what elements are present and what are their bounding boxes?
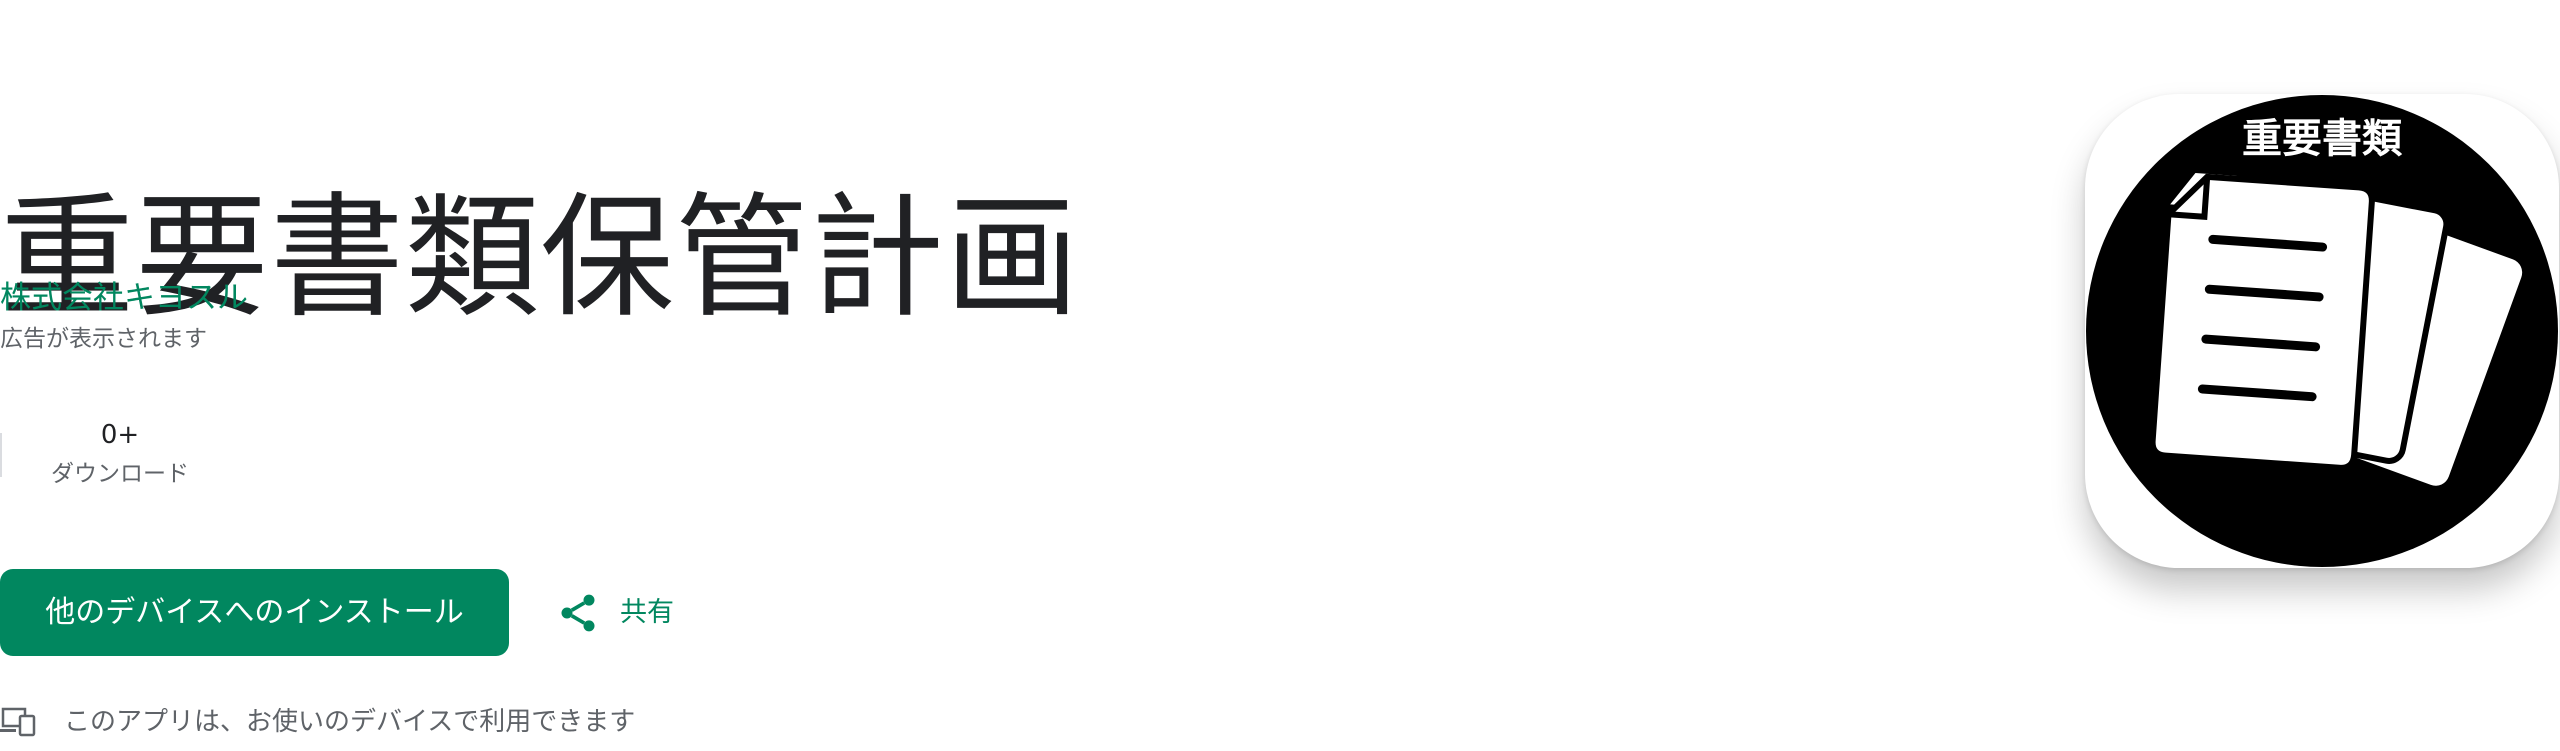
share-button[interactable]: 共有 (556, 582, 674, 644)
share-label: 共有 (620, 597, 674, 628)
downloads-stat: 0+ ダウンロード (20, 416, 220, 490)
install-other-devices-button[interactable]: 他のデバイスへのインストール (0, 569, 509, 656)
devices-icon (0, 707, 36, 737)
document-stack-icon: 重要書類 (2086, 95, 2558, 567)
app-icon: 重要書類 (2085, 94, 2559, 568)
downloads-label: ダウンロード (51, 461, 189, 487)
device-availability: このアプリは、お使いのデバイスで利用できます (0, 700, 635, 744)
app-icon-label: 重要書類 (2242, 116, 2403, 162)
developer-link[interactable]: 株式会社キヨスル (0, 278, 248, 318)
share-icon (556, 591, 600, 635)
ads-notice: 広告が表示されます (0, 326, 207, 352)
downloads-count: 0+ (100, 420, 140, 450)
stat-divider (0, 433, 2, 477)
availability-text: このアプリは、お使いのデバイスで利用できます (64, 707, 636, 737)
